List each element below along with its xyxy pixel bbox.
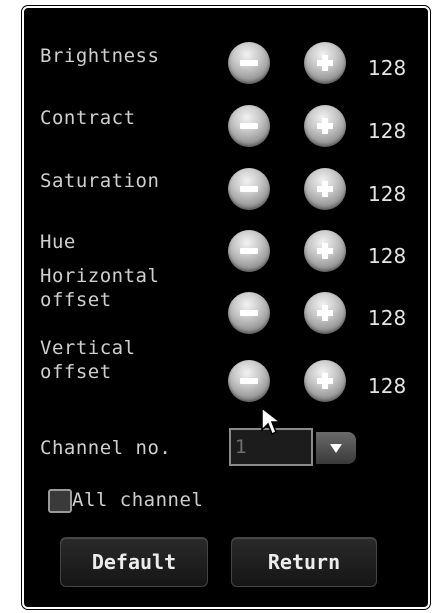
mouse-cursor-icon [261,406,283,436]
minus-icon [228,230,270,272]
return-button[interactable]: Return [231,537,377,587]
plus-icon [304,42,346,84]
hue-decrease-button[interactable] [228,230,270,272]
vertical-offset-label: Vertical offset [40,337,136,383]
hue-value: 128 [368,244,407,268]
brightness-label: Brightness [40,45,160,67]
horizontal-offset-label: Horizontal offset [40,265,160,311]
contrast-decrease-button[interactable] [228,105,270,147]
minus-icon [228,105,270,147]
brightness-value: 128 [368,56,407,80]
all-channel-checkbox[interactable] [48,489,72,513]
hue-label: Hue [40,231,76,253]
minus-icon [228,360,270,402]
plus-icon [304,230,346,272]
brightness-increase-button[interactable] [304,42,346,84]
all-channel-label[interactable]: All channel [72,488,203,512]
contrast-increase-button[interactable] [304,105,346,147]
plus-icon [304,105,346,147]
saturation-label: Saturation [40,170,160,192]
default-button[interactable]: Default [60,537,208,587]
hue-increase-button[interactable] [304,230,346,272]
image-settings-panel: Brightness 128 Contract 128 Saturation 1… [22,6,430,609]
contrast-label: Contract [40,107,136,129]
horizontal-offset-increase-button[interactable] [304,292,346,334]
minus-icon [228,42,270,84]
contrast-value: 128 [368,119,407,143]
plus-icon [304,360,346,402]
vertical-offset-value: 128 [368,374,407,398]
minus-icon [228,292,270,334]
triangle-down-icon [330,444,342,453]
horizontal-offset-value: 128 [368,306,407,330]
saturation-decrease-button[interactable] [228,168,270,210]
horizontal-offset-decrease-button[interactable] [228,292,270,334]
brightness-decrease-button[interactable] [228,42,270,84]
plus-icon [304,168,346,210]
plus-icon [304,292,346,334]
channel-dropdown-button[interactable] [316,432,356,464]
vertical-offset-increase-button[interactable] [304,360,346,402]
minus-icon [228,168,270,210]
channel-no-label: Channel no. [40,437,172,459]
saturation-increase-button[interactable] [304,168,346,210]
vertical-offset-decrease-button[interactable] [228,360,270,402]
saturation-value: 128 [368,182,407,206]
